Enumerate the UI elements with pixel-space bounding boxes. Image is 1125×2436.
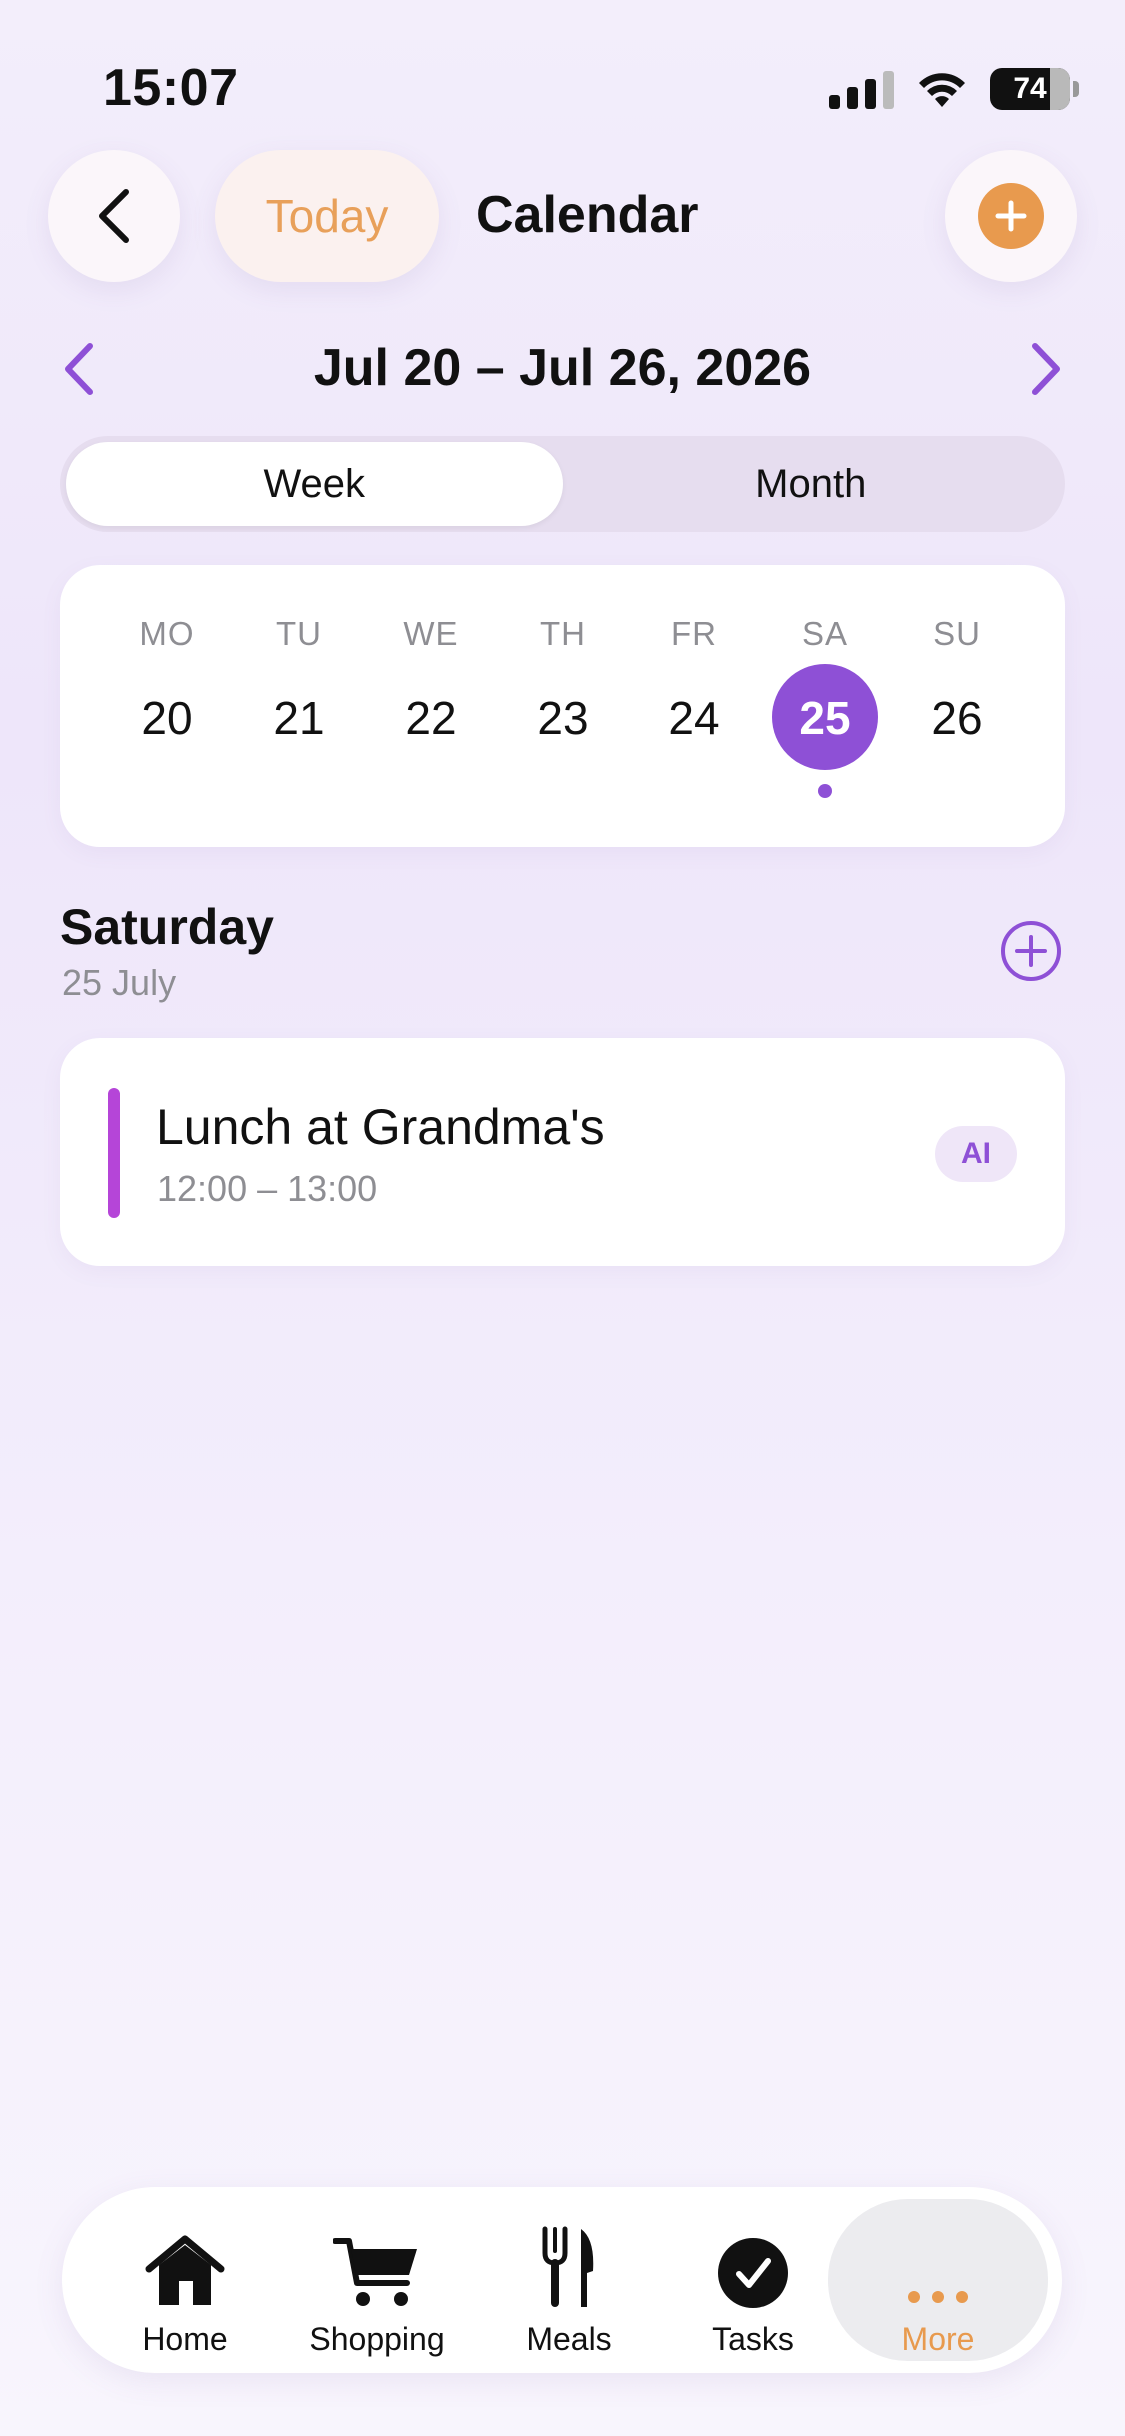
day-abbr: FR <box>671 615 717 652</box>
day-number: 23 <box>537 692 589 744</box>
day-abbr: SU <box>933 615 981 652</box>
day-fri[interactable]: FR 24 <box>634 565 754 847</box>
day-abbr: TU <box>276 615 322 652</box>
tab-bar: Home Shopping Meals Tasks More <box>62 2187 1062 2373</box>
fork-knife-icon <box>542 2226 594 2307</box>
selected-day-title: Saturday <box>60 899 274 955</box>
battery-icon: 74 <box>990 68 1079 110</box>
day-wed[interactable]: WE 22 <box>371 565 491 847</box>
month-view-tab[interactable]: Month <box>563 442 1060 526</box>
today-button[interactable]: Today <box>215 150 439 282</box>
next-week-button[interactable] <box>1025 340 1067 403</box>
day-number: 20 <box>141 692 193 744</box>
battery-level: 74 <box>1013 72 1047 105</box>
cellular-signal-icon <box>829 69 894 109</box>
wifi-icon <box>919 73 965 107</box>
event-card[interactable]: Lunch at Grandma's 12:00 – 13:00 AI <box>60 1038 1065 1266</box>
add-event-button[interactable] <box>945 150 1077 282</box>
day-number: 25 <box>799 692 851 744</box>
event-title: Lunch at Grandma's <box>156 1099 605 1155</box>
ai-badge: AI <box>935 1126 1017 1182</box>
chevron-left-icon <box>99 189 129 243</box>
plus-icon <box>978 183 1044 249</box>
tab-shopping[interactable]: Shopping <box>282 2199 472 2361</box>
status-time: 15:07 <box>103 59 239 117</box>
day-abbr: SA <box>801 615 849 652</box>
cart-icon <box>333 2238 417 2306</box>
selected-day-date: 25 July <box>62 962 177 1003</box>
tab-meals[interactable]: Meals <box>474 2199 664 2361</box>
tab-more[interactable]: More <box>828 2199 1048 2361</box>
day-mon[interactable]: MO 20 <box>107 565 227 847</box>
day-number: 22 <box>405 692 457 744</box>
add-event-for-day-button[interactable] <box>999 919 1063 988</box>
day-number: 26 <box>931 692 983 744</box>
date-range-label: Jul 20 – Jul 26, 2026 <box>313 339 812 397</box>
day-abbr: WE <box>403 615 459 652</box>
day-sun[interactable]: SU 26 <box>897 565 1017 847</box>
event-indicator-dot <box>818 784 832 798</box>
ellipsis-icon <box>908 2291 968 2303</box>
week-view-tab[interactable]: Week <box>66 442 563 526</box>
house-icon <box>145 2235 225 2305</box>
plus-circle-icon <box>1001 921 1061 981</box>
tab-label: Tasks <box>712 2321 794 2357</box>
tab-label: Shopping <box>309 2321 445 2357</box>
page-title: Calendar <box>476 186 699 244</box>
day-sat-selected[interactable]: SA 25 <box>765 565 885 847</box>
view-toggle: Week Month <box>60 436 1065 532</box>
status-icons: 74 <box>829 64 1079 114</box>
week-strip: MO 20 TU 21 WE 22 TH 23 FR 24 SA 25 SU 2… <box>60 565 1065 847</box>
tab-tasks[interactable]: Tasks <box>658 2199 848 2361</box>
tab-label: Home <box>142 2321 228 2357</box>
day-number: 21 <box>273 692 325 744</box>
day-abbr: MO <box>139 615 195 652</box>
day-number: 24 <box>668 692 720 744</box>
tab-label: More <box>901 2321 975 2357</box>
event-color-bar <box>108 1088 120 1218</box>
day-tue[interactable]: TU 21 <box>239 565 359 847</box>
day-abbr: TH <box>540 615 586 652</box>
tab-home[interactable]: Home <box>90 2199 280 2361</box>
tab-label: Meals <box>526 2321 612 2357</box>
check-circle-icon <box>718 2238 788 2308</box>
day-thu[interactable]: TH 23 <box>503 565 623 847</box>
chevron-right-icon <box>1032 343 1060 395</box>
event-time: 12:00 – 13:00 <box>157 1168 378 1209</box>
back-button[interactable] <box>48 150 180 282</box>
